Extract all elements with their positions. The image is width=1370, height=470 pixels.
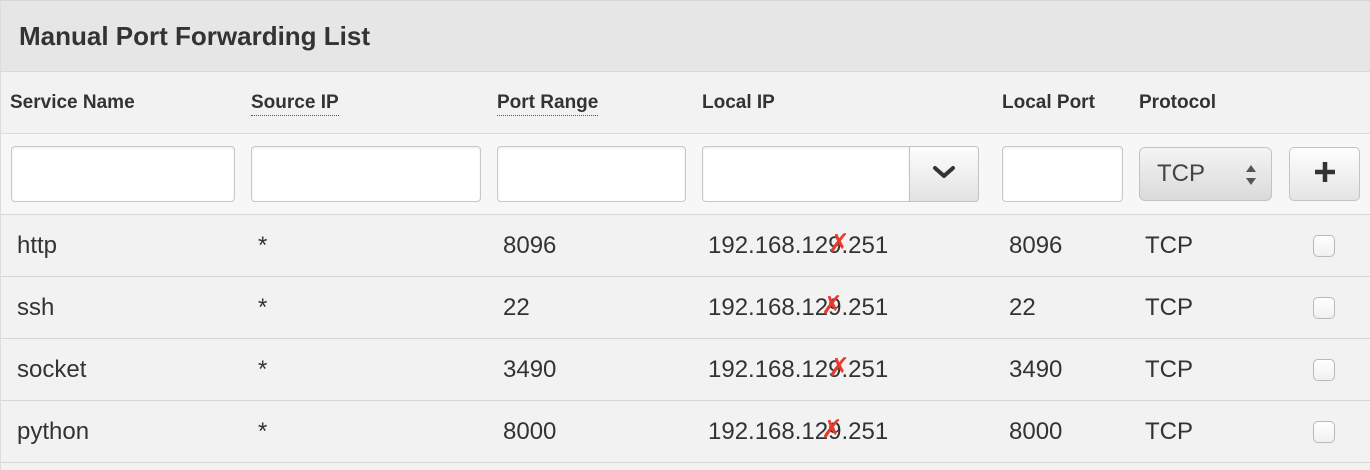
port-range-cell: 8096: [503, 232, 557, 259]
table-row: ssh * 22 192.168.129.251 ✗ 22 TCP: [1, 276, 1370, 338]
local-ip-redacted-digit: 2: [814, 232, 829, 259]
source-ip-input[interactable]: [251, 146, 481, 202]
protocol-cell: TCP: [1145, 418, 1193, 445]
port-range-cell: 22: [503, 294, 530, 321]
service-name-cell: ssh: [17, 294, 55, 321]
protocol-cell: TCP: [1145, 232, 1193, 259]
table-row: http * 8096 192.168.129.251 ✗ 8096 TCP: [1, 214, 1370, 276]
add-rule-button[interactable]: [1289, 147, 1360, 201]
local-ip-cell: 192.168.129.251 ✗: [708, 291, 888, 322]
source-ip-cell: *: [258, 418, 268, 445]
source-ip-cell: *: [258, 294, 268, 321]
port-range-input[interactable]: [497, 146, 686, 202]
source-ip-cell: *: [258, 232, 268, 259]
local-port-cell: 3490: [1009, 356, 1063, 383]
table-row: python * 8000 192.168.129.251 ✗ 8000 TCP: [1, 400, 1370, 462]
local-ip-prefix: 192.168.1: [708, 232, 815, 259]
local-port-cell: 22: [1009, 294, 1036, 321]
column-header-service-name: Service Name: [10, 92, 135, 113]
row-select-checkbox[interactable]: [1313, 235, 1335, 257]
service-name-cell: python: [17, 418, 90, 445]
port-forwarding-panel: Manual Port Forwarding List Service Name…: [0, 0, 1370, 470]
row-select-checkbox[interactable]: [1313, 297, 1335, 319]
local-port-input[interactable]: [1002, 146, 1123, 202]
service-name-cell: http: [17, 232, 58, 259]
redaction-x-icon: ✗: [821, 415, 843, 445]
service-name-input[interactable]: [11, 146, 235, 202]
local-port-cell: 8000: [1009, 418, 1063, 445]
port-range-cell: 8000: [503, 418, 557, 445]
protocol-select[interactable]: TCP: [1139, 147, 1272, 201]
local-ip-input[interactable]: [702, 146, 910, 202]
row-select-checkbox[interactable]: [1313, 421, 1335, 443]
select-arrows-icon: [1245, 162, 1257, 195]
redaction-x-icon: ✗: [828, 229, 850, 259]
local-ip-cell: 192.168.129.251 ✗: [708, 353, 888, 384]
local-ip-cell: 192.168.129.251 ✗: [708, 415, 888, 446]
chevron-down-icon: [932, 164, 956, 185]
column-header-protocol: Protocol: [1139, 92, 1217, 113]
column-header-port-range[interactable]: Port Range: [497, 92, 599, 116]
port-range-cell: 3490: [503, 356, 557, 383]
local-ip-prefix: 192.168.1: [708, 356, 815, 383]
column-header-local-ip: Local IP: [702, 92, 775, 113]
table-bottom-border: [1, 462, 1370, 463]
local-ip-cell: 192.168.129.251 ✗: [708, 229, 888, 260]
panel-title: Manual Port Forwarding List: [19, 21, 371, 51]
column-header-source-ip[interactable]: Source IP: [251, 92, 339, 116]
local-port-cell: 8096: [1009, 232, 1063, 259]
redaction-x-icon: ✗: [828, 353, 850, 383]
panel-header: Manual Port Forwarding List: [1, 0, 1370, 72]
source-ip-cell: *: [258, 356, 268, 383]
protocol-cell: TCP: [1145, 356, 1193, 383]
plus-icon: [1313, 160, 1337, 189]
table-row: socket * 3490 192.168.129.251 ✗ 3490 TCP: [1, 338, 1370, 400]
redaction-x-icon: ✗: [821, 291, 843, 321]
protocol-cell: TCP: [1145, 294, 1193, 321]
local-ip-dropdown-button[interactable]: [909, 146, 979, 202]
column-header-local-port: Local Port: [1002, 92, 1095, 113]
protocol-select-value: TCP: [1157, 160, 1205, 187]
service-name-cell: socket: [17, 356, 87, 383]
local-ip-redacted-digit: 2: [814, 356, 829, 383]
local-ip-prefix: 192.168.1: [708, 294, 815, 321]
local-ip-prefix: 192.168.1: [708, 418, 815, 445]
row-select-checkbox[interactable]: [1313, 359, 1335, 381]
